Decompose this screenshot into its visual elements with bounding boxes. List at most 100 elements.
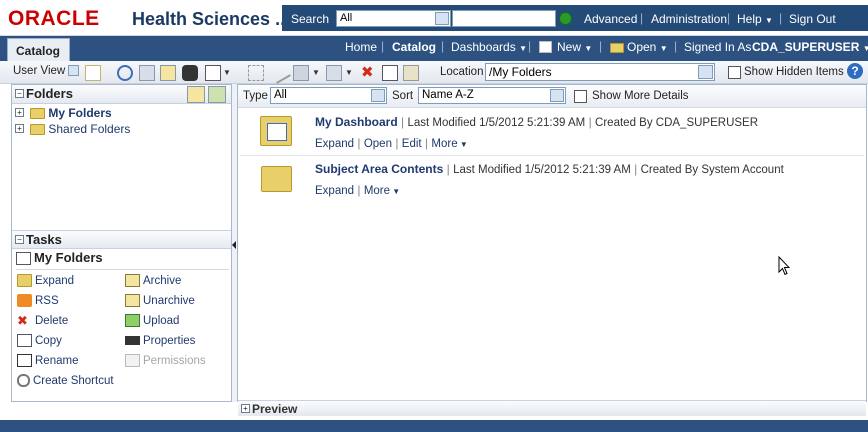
- task-rss[interactable]: RSS: [17, 293, 59, 308]
- divider: |: [599, 39, 603, 53]
- signed-in-label: Signed In As: [684, 40, 752, 54]
- more-menu[interactable]: More ▼: [431, 138, 467, 150]
- task-properties[interactable]: Properties: [125, 333, 195, 347]
- expand-preview-icon[interactable]: +: [241, 404, 250, 413]
- chevron-down-icon: [435, 12, 449, 25]
- task-unarchive[interactable]: Unarchive: [125, 293, 195, 308]
- mouse-cursor-icon: [778, 256, 790, 276]
- collapse-tasks-icon[interactable]: −: [15, 235, 24, 244]
- binoculars-icon[interactable]: [182, 65, 198, 81]
- open-link[interactable]: Open: [364, 138, 392, 150]
- show-hidden-checkbox[interactable]: [728, 66, 741, 79]
- folder-shared-folders[interactable]: Shared Folders: [30, 122, 130, 136]
- sort-select[interactable]: Name A-Z: [418, 87, 566, 104]
- copy-icon: [17, 334, 32, 348]
- row-divider: [240, 155, 864, 156]
- more-menu[interactable]: More ▼: [364, 185, 400, 197]
- divider: |: [528, 39, 532, 53]
- delete-icon[interactable]: ✖: [361, 63, 374, 81]
- administration-link[interactable]: Administration: [651, 12, 727, 26]
- item-modified: Last Modified 1/5/2012 5:21:39 AM: [453, 164, 631, 176]
- edit-link[interactable]: Edit: [402, 138, 422, 150]
- divider: |: [727, 11, 731, 25]
- task-create-shortcut[interactable]: Create Shortcut: [17, 373, 114, 388]
- help-menu[interactable]: Help ▼: [737, 12, 773, 26]
- help-icon[interactable]: ?: [847, 63, 863, 79]
- show-folders-icon[interactable]: [160, 65, 176, 81]
- user-menu[interactable]: CDA_SUPERUSER ▼: [752, 40, 868, 54]
- cut-icon[interactable]: [248, 65, 264, 81]
- preview-header: Preview: [238, 400, 866, 416]
- app-title: Health Sciences ...: [132, 9, 291, 29]
- divider: |: [634, 162, 638, 176]
- copy-icon[interactable]: [382, 65, 398, 81]
- search-label: Search: [291, 12, 330, 26]
- collapse-folders-icon[interactable]: −: [15, 89, 24, 98]
- item-title-link[interactable]: My Dashboard: [315, 115, 398, 129]
- item-created-by: Created By CDA_SUPERUSER: [595, 117, 759, 129]
- user-view-select[interactable]: User View: [13, 65, 80, 77]
- open-menu[interactable]: Open ▼: [627, 40, 668, 54]
- tab-catalog[interactable]: Catalog: [7, 38, 70, 61]
- chevron-down-icon: ▼: [390, 187, 401, 196]
- task-rename[interactable]: Rename: [17, 353, 78, 368]
- divider: |: [441, 39, 445, 53]
- chevron-down-icon: [371, 89, 385, 102]
- chevron-down-icon: ▼: [584, 44, 593, 53]
- view-mode-icon[interactable]: [205, 65, 221, 81]
- expand-link[interactable]: Expand: [315, 138, 354, 150]
- folder-icon: [30, 108, 45, 120]
- new-item-icon[interactable]: [85, 65, 101, 81]
- item-modified: Last Modified 1/5/2012 5:21:39 AM: [407, 117, 586, 129]
- search-scope-select[interactable]: All: [336, 10, 451, 27]
- search-go-icon[interactable]: [559, 12, 572, 25]
- expand-icon[interactable]: +: [15, 124, 24, 133]
- folder-tree-icon[interactable]: [187, 86, 205, 103]
- archive-icon: [125, 274, 140, 288]
- home-link[interactable]: Home: [345, 40, 377, 54]
- catalog-link[interactable]: Catalog: [392, 40, 436, 54]
- search-input[interactable]: [452, 10, 556, 27]
- task-archive[interactable]: Archive: [125, 273, 181, 288]
- chevron-down-icon[interactable]: ▼: [312, 68, 320, 77]
- refresh-folders-icon[interactable]: [208, 86, 226, 103]
- up-folder-icon[interactable]: [139, 65, 155, 81]
- collapse-arrow-icon[interactable]: [232, 241, 236, 249]
- chevron-down-icon[interactable]: ▼: [223, 68, 231, 77]
- dashboard-folder-icon[interactable]: [260, 116, 292, 146]
- left-pane: Folders − + My Folders + Shared Folders …: [11, 84, 232, 402]
- chevron-down-icon: [698, 65, 713, 79]
- sign-out-link[interactable]: Sign Out: [789, 12, 836, 26]
- properties-icon: [125, 336, 140, 346]
- list-item: Subject Area Contents | Last Modified 1/…: [315, 162, 784, 176]
- paste-icon[interactable]: [403, 65, 419, 81]
- expand-link[interactable]: Expand: [315, 185, 354, 197]
- expand-icon[interactable]: +: [15, 108, 24, 117]
- chevron-down-icon: ▼: [519, 44, 527, 53]
- new-menu[interactable]: New ▼: [557, 40, 592, 54]
- item-title-link[interactable]: Subject Area Contents: [315, 162, 443, 176]
- permissions-icon: [125, 354, 140, 368]
- open-folder-icon: [610, 43, 624, 53]
- refresh-icon[interactable]: [117, 65, 133, 81]
- show-more-details-checkbox[interactable]: [574, 90, 587, 103]
- folder-icon[interactable]: [261, 166, 292, 192]
- task-upload[interactable]: Upload: [125, 313, 179, 328]
- task-expand[interactable]: Expand: [17, 273, 74, 288]
- shortcut-icon: [17, 374, 30, 388]
- dashboards-menu[interactable]: Dashboards ▼: [451, 40, 527, 54]
- chevron-down-icon: ▼: [765, 16, 773, 25]
- divider: |: [381, 39, 385, 53]
- show-hidden-label: Show Hidden Items: [744, 66, 844, 78]
- print-icon[interactable]: [293, 65, 309, 81]
- type-select[interactable]: All: [270, 87, 387, 104]
- chevron-down-icon[interactable]: ▼: [345, 68, 353, 77]
- location-select[interactable]: /My Folders: [485, 63, 715, 81]
- folder-my-folders[interactable]: My Folders: [30, 106, 112, 120]
- advanced-link[interactable]: Advanced: [584, 12, 637, 26]
- export-icon[interactable]: [326, 65, 342, 81]
- sort-label: Sort: [392, 90, 414, 102]
- open-folder-icon: [17, 274, 32, 288]
- task-delete[interactable]: ✖ Delete: [17, 313, 68, 327]
- task-copy[interactable]: Copy: [17, 333, 62, 348]
